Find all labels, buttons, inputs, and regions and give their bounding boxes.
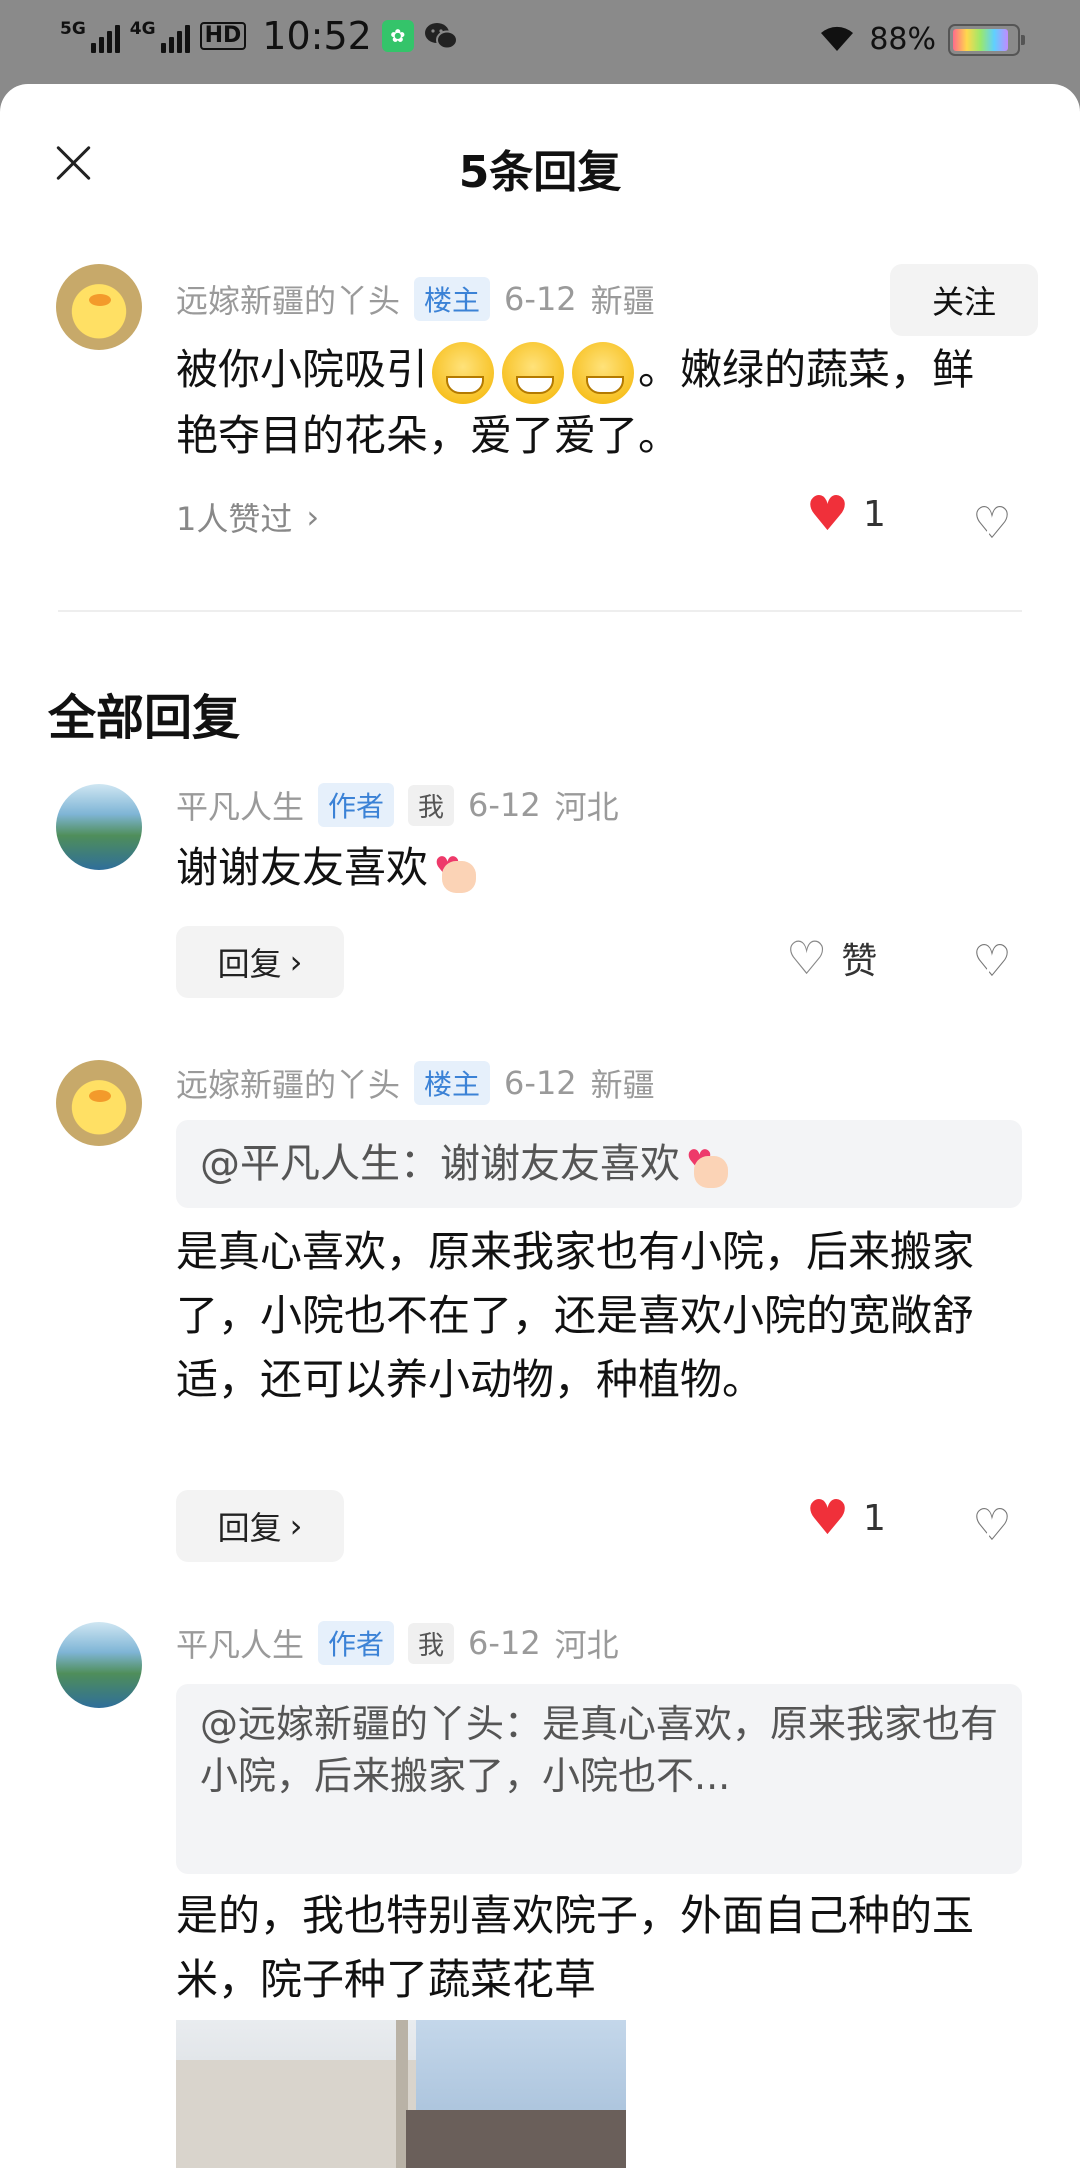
author-badge: 作者	[318, 783, 395, 827]
reply-button-label: 回复	[217, 1509, 282, 1547]
reply-location: 新疆	[590, 1066, 655, 1104]
quoted-reply[interactable]: @远嫁新疆的丫头：是真心喜欢，原来我家也有小院，后来搬家了，小院也不...	[176, 1684, 1022, 1874]
like-count: 1	[863, 1497, 886, 1539]
username[interactable]: 远嫁新疆的丫头	[176, 1060, 400, 1106]
like-button[interactable]: ♥ 1	[806, 490, 886, 538]
broken-heart-icon[interactable]: ♡	[966, 936, 1018, 988]
wifi-icon	[817, 23, 857, 57]
reply-date: 6-12	[468, 1624, 541, 1662]
follow-button[interactable]: 关注	[890, 264, 1038, 336]
like-count: 1	[863, 493, 886, 535]
reply-meta: 平凡人生 作者 我 6-12 河北	[176, 1620, 619, 1666]
me-badge: 我	[408, 1622, 455, 1664]
reply-date: 6-12	[504, 1064, 577, 1102]
grin-emoji-icon	[432, 341, 495, 404]
username[interactable]: 平凡人生	[176, 1620, 304, 1666]
liked-by-label: 1人赞过	[176, 500, 293, 538]
broken-heart-icon[interactable]: ♡	[966, 498, 1018, 550]
comment-meta: 远嫁新疆的丫头 楼主 6-12 新疆	[176, 276, 655, 322]
signal-4g-icon: 4G	[130, 19, 190, 53]
avatar[interactable]	[56, 264, 142, 350]
reply-location: 河北	[554, 788, 619, 826]
grin-emoji-icon	[502, 341, 565, 404]
username[interactable]: 平凡人生	[176, 782, 304, 828]
grin-emoji-icon	[572, 341, 635, 404]
battery-icon	[948, 23, 1025, 56]
me-badge: 我	[408, 784, 455, 826]
reply-location: 河北	[554, 1626, 619, 1664]
reply-button[interactable]: 回复 ›	[176, 1490, 344, 1562]
avatar[interactable]	[56, 784, 142, 870]
status-left: 5G 4G HD 10:52 ✿	[60, 14, 458, 58]
liked-by-link[interactable]: 1人赞过 ›	[176, 494, 319, 540]
wechat-icon	[424, 21, 458, 51]
comment-location: 新疆	[590, 282, 655, 320]
status-right: 88%	[817, 22, 1025, 57]
network-4g-label: 4G	[129, 19, 156, 39]
reply-photo[interactable]	[176, 2020, 626, 2168]
like-button[interactable]: ♡ 赞	[786, 932, 877, 984]
comment-text: 被你小院吸引 。嫩绿的蔬菜，鲜艳夺目的花朵，爱了爱了。	[176, 338, 1016, 468]
reply-text: 是真心喜欢，原来我家也有小院，后来搬家了，小院也不在了，还是喜欢小院的宽敞舒适，…	[176, 1227, 975, 1404]
network-5g-label: 5G	[60, 19, 86, 39]
broken-heart-icon[interactable]: ♡	[966, 1500, 1018, 1552]
chevron-right-icon: ›	[289, 1507, 303, 1545]
comment-text-part1: 被你小院吸引	[176, 345, 429, 394]
chevron-right-icon: ›	[289, 943, 303, 981]
reply-button-label: 回复	[217, 945, 282, 983]
like-button[interactable]: ♥ 1	[806, 1494, 886, 1542]
reply-meta: 远嫁新疆的丫头 楼主 6-12 新疆	[176, 1060, 655, 1106]
hd-voice-icon: HD	[199, 22, 247, 50]
replies-sheet: 5条回复 远嫁新疆的丫头 楼主 6-12 新疆 关注 被你小院吸引 。嫩绿的蔬菜，…	[0, 84, 1080, 2168]
avatar[interactable]	[56, 1060, 142, 1146]
reply-text: 谢谢友友喜欢	[176, 836, 1016, 901]
reply-text-content: 谢谢友友喜欢	[176, 843, 429, 892]
host-badge: 楼主	[414, 277, 491, 321]
heart-outline-icon: ♡	[786, 931, 828, 985]
quoted-reply[interactable]: @平凡人生：谢谢友友喜欢	[176, 1120, 1022, 1208]
avatar[interactable]	[56, 1622, 142, 1708]
all-replies-title: 全部回复	[48, 690, 241, 746]
chevron-right-icon: ›	[306, 498, 320, 536]
heart-filled-icon: ♥	[806, 1490, 850, 1546]
comment-date: 6-12	[504, 280, 577, 318]
finger-heart-emoji-icon	[434, 837, 478, 901]
reply-meta: 平凡人生 作者 我 6-12 河北	[176, 782, 619, 828]
like-label: 赞	[841, 941, 878, 982]
reply-date: 6-12	[468, 786, 541, 824]
heart-filled-icon: ♥	[806, 486, 850, 542]
status-time: 10:52	[262, 14, 372, 58]
quote-text: @平凡人生：谢谢友友喜欢	[200, 1141, 680, 1187]
reply-button[interactable]: 回复 ›	[176, 926, 344, 998]
battery-percent: 88%	[869, 22, 936, 57]
divider	[58, 610, 1022, 612]
host-badge: 楼主	[414, 1061, 491, 1105]
status-bar: 5G 4G HD 10:52 ✿ 88%	[0, 0, 1080, 84]
username[interactable]: 远嫁新疆的丫头	[176, 276, 400, 322]
sheet-title: 5条回复	[458, 147, 622, 198]
author-badge: 作者	[318, 1621, 395, 1665]
reply-text: 是的，我也特别喜欢院子，外面自己种的玉米，院子种了蔬菜花草	[176, 1891, 975, 2004]
finger-heart-emoji-icon	[686, 1132, 730, 1192]
app-notification-icon: ✿	[381, 20, 414, 52]
signal-5g-icon: 5G	[60, 19, 120, 53]
